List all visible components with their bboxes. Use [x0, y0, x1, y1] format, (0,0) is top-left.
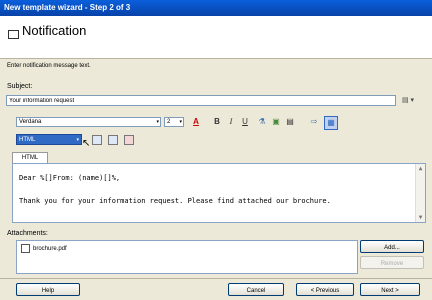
format-toolbar: HTML ▾ ↖: [6, 132, 206, 149]
list-item[interactable]: brochure.pdf: [21, 244, 67, 253]
subject-menu-icon[interactable]: ▤ ▾: [402, 96, 422, 106]
add-attachment-button[interactable]: Add...: [360, 240, 424, 253]
underline-button[interactable]: U: [240, 116, 250, 128]
format-select-value: HTML: [19, 137, 36, 143]
image-icon[interactable]: ▣: [270, 116, 282, 128]
delete-icon[interactable]: [124, 135, 134, 145]
link-icon[interactable]: ⚗: [256, 116, 268, 128]
font-select[interactable]: Verdana ▾: [16, 117, 161, 127]
formatting-toolbar: Verdana ▾ 2 ▾ A B I U ⚗ ▣ ▤ ⇨ ▦: [6, 114, 426, 130]
previous-button[interactable]: < Previous: [296, 283, 354, 296]
view-toggle-icon[interactable]: ▦: [324, 116, 338, 130]
editor-line: Dear %[]From: (name)[]%,: [19, 174, 121, 182]
page-title: Notification: [22, 23, 87, 38]
scroll-up-icon[interactable]: ▲: [416, 164, 425, 173]
copy-icon[interactable]: [92, 135, 102, 145]
scroll-down-icon[interactable]: ▼: [416, 213, 425, 222]
bold-button[interactable]: B: [212, 116, 222, 128]
list-icon[interactable]: ▤: [284, 116, 296, 128]
attachments-list[interactable]: brochure.pdf: [16, 240, 358, 274]
attachment-checkbox[interactable]: [21, 244, 30, 253]
message-editor[interactable]: Dear %[]From: (name)[]%, Thank you for y…: [12, 163, 426, 223]
instruction-text: Enter notification message text.: [7, 63, 91, 69]
window-title: New template wizard - Step 2 of 3: [0, 0, 432, 16]
mouse-cursor-icon: ↖: [82, 138, 91, 149]
format-select[interactable]: HTML ▾: [16, 134, 82, 145]
italic-button[interactable]: I: [226, 116, 236, 128]
paste-icon[interactable]: [108, 135, 118, 145]
subject-label: Subject:: [7, 83, 33, 90]
next-button[interactable]: Next >: [360, 283, 420, 296]
attachment-filename: brochure.pdf: [33, 246, 67, 253]
cancel-button[interactable]: Cancel: [228, 283, 284, 296]
font-size-select[interactable]: 2 ▾: [164, 117, 184, 127]
chevron-down-icon: ▾: [76, 137, 79, 143]
help-button[interactable]: Help: [16, 283, 80, 296]
insert-field-icon[interactable]: ⇨: [308, 116, 320, 128]
editor-scrollbar[interactable]: ▲ ▼: [415, 164, 425, 222]
footer-divider: [0, 278, 432, 279]
font-color-button[interactable]: A: [190, 116, 202, 128]
remove-attachment-button[interactable]: Remove: [360, 256, 424, 269]
notification-icon: [8, 30, 19, 39]
attachments-label: Attachments:: [7, 230, 48, 237]
chevron-down-icon: ▾: [179, 119, 182, 125]
wizard-header: Notification: [0, 16, 432, 59]
subject-input[interactable]: [6, 95, 396, 106]
font-size-value: 2: [167, 119, 171, 125]
font-select-value: Verdana: [19, 119, 42, 125]
chevron-down-icon: ▾: [156, 119, 159, 125]
editor-line: Thank you for your information request. …: [19, 197, 331, 205]
